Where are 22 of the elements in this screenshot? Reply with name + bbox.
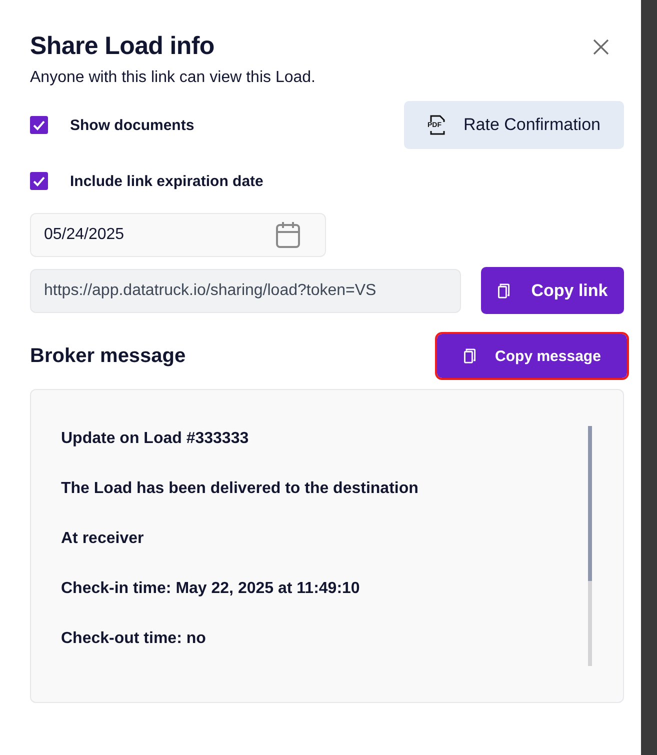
message-line: Update on Load #333333 <box>61 429 250 449</box>
section-heading: Broker message <box>30 344 186 368</box>
checkbox[interactable] <box>30 172 48 190</box>
dialog-subtitle: Anyone with this link can view this Load. <box>30 69 316 87</box>
scrollbar[interactable] <box>588 426 592 666</box>
date-field[interactable]: 05/24/2025 <box>30 213 326 257</box>
message-line: Check-out time: no <box>61 629 207 649</box>
message-line: The Load has been delivered to the destination <box>61 479 418 499</box>
scrollbar-thumb[interactable] <box>588 426 592 581</box>
checkbox-label: Show documents <box>70 116 194 134</box>
link-field[interactable]: https://app.datatruck.io/sharing/load?token=VS <box>30 268 461 312</box>
calendar-icon[interactable] <box>275 221 301 249</box>
message-line: Check-in time: May 22, 2025 at 11:49:10 <box>61 579 361 599</box>
copy-icon <box>463 348 478 364</box>
checkbox-label: Include link expiration date <box>70 172 264 190</box>
copy-message-button[interactable]: Copy message <box>437 334 627 378</box>
close-icon[interactable] <box>592 38 610 56</box>
checkbox[interactable] <box>30 116 48 134</box>
copy-link-button[interactable]: Copy link <box>481 267 624 314</box>
copy-icon <box>497 282 512 298</box>
message-line: At receiver <box>61 529 145 549</box>
dialog-title: Share Load info <box>30 32 214 61</box>
